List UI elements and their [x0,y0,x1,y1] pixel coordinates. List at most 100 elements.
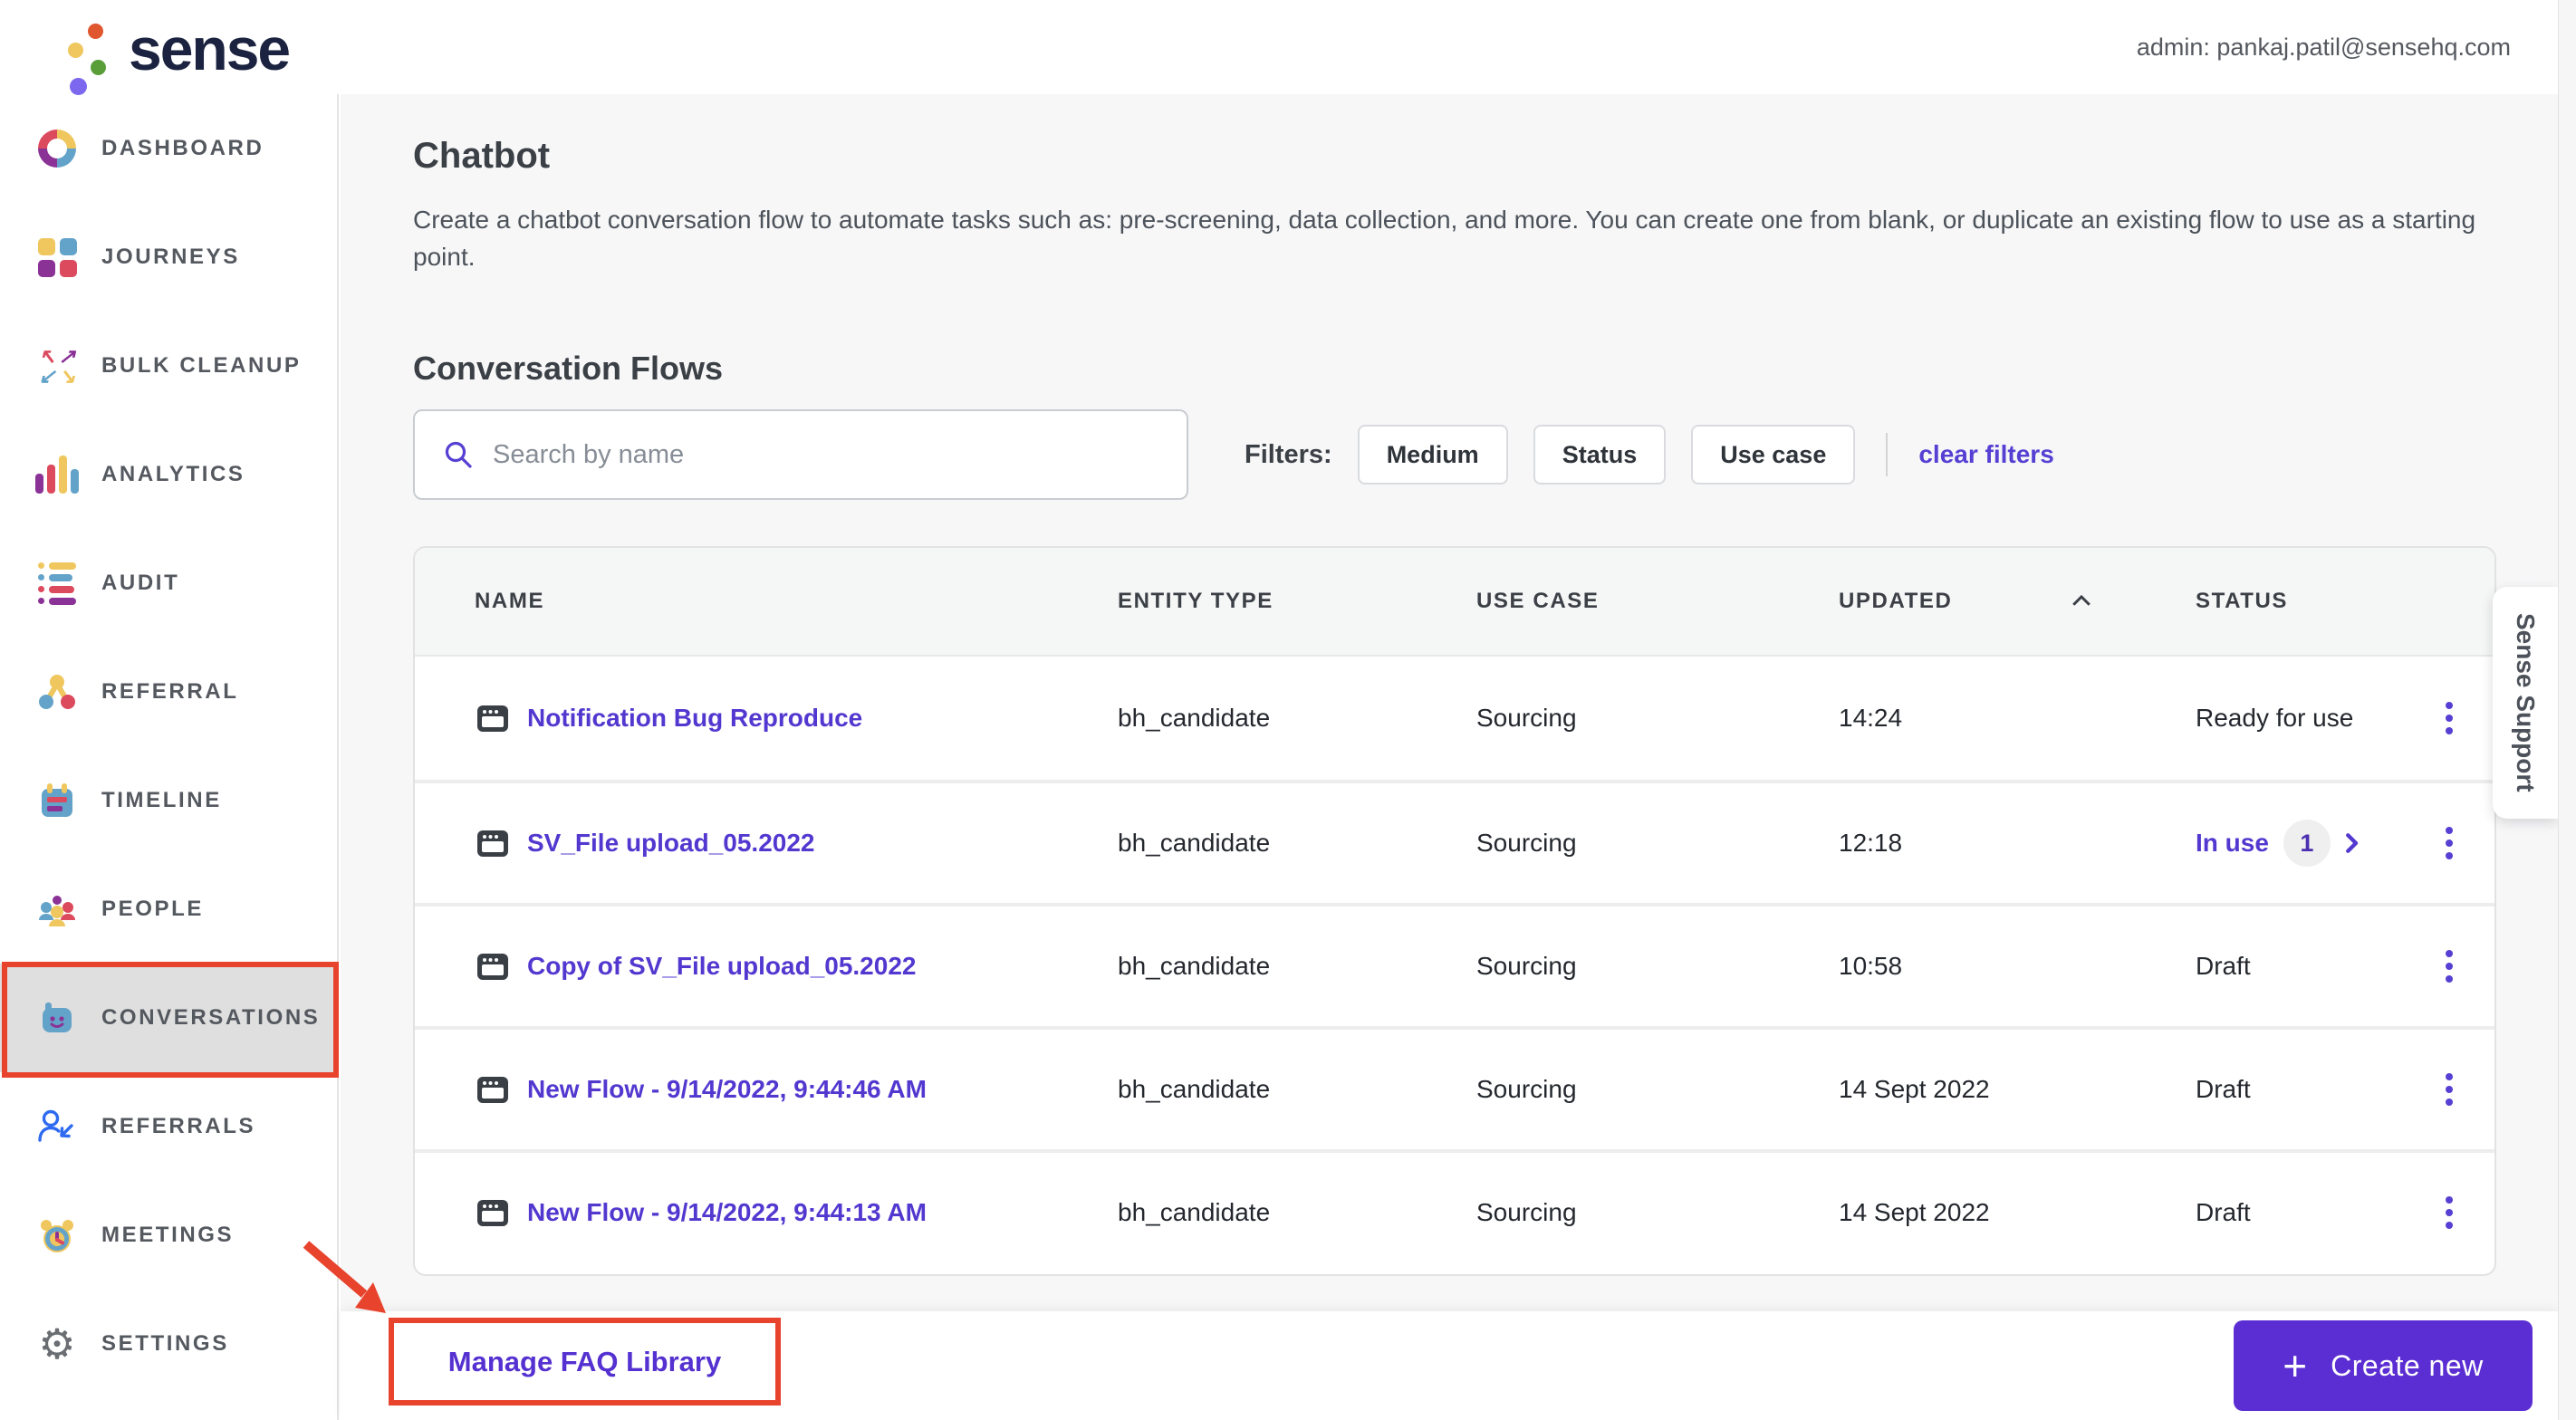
sense-support-tab[interactable]: Sense Support [2493,587,2558,819]
search-box[interactable] [413,409,1188,500]
create-new-button[interactable]: + Create new [2234,1320,2533,1411]
row-actions-kebab-icon[interactable] [2429,693,2469,744]
updated-cell: 14 Sept 2022 [1839,1198,1990,1226]
journeys-icon [36,236,78,278]
sidebar-item-conversations[interactable]: CONVERSATIONS [0,964,337,1072]
flow-name-link[interactable]: Notification Bug Reproduce [527,704,862,733]
window-icon [477,830,508,857]
row-actions-kebab-icon[interactable] [2429,1187,2469,1238]
window-icon [477,1077,508,1103]
sidebar-item-label: CONVERSATIONS [101,1005,321,1030]
row-actions-kebab-icon[interactable] [2429,818,2469,868]
search-input[interactable] [493,439,1161,470]
sidebar-item-label: REFERRAL [101,679,239,704]
analytics-icon [35,454,79,495]
use-case-cell: Sourcing [1476,1075,1577,1103]
sidebar-item-label: AUDIT [101,571,180,595]
referral-icon [36,671,78,713]
flow-name-link[interactable]: New Flow - 9/14/2022, 9:44:13 AM [527,1198,927,1227]
flow-name-link[interactable]: Copy of SV_File upload_05.2022 [527,952,916,981]
referrals-icon [36,1106,78,1147]
updated-cell: 14:24 [1839,704,1903,732]
sense-logo-text: sense [129,15,291,82]
conversations-icon [36,997,78,1039]
filters-label: Filters: [1245,439,1332,469]
column-header-updated[interactable]: UPDATED [1839,588,2196,615]
status-in-use-link[interactable]: In use 1 [2196,820,2429,867]
status-cell: Draft [2196,1075,2429,1104]
sidebar-item-audit[interactable]: AUDIT [0,529,337,638]
status-text: Draft [2196,1198,2251,1226]
sidebar-item-meetings[interactable]: MEETINGS [0,1181,337,1290]
clear-filters-link[interactable]: clear filters [1918,440,2053,469]
entity-type-cell: bh_candidate [1118,1198,1271,1226]
sidebar-item-label: REFERRALS [101,1114,256,1138]
entity-type-cell: bh_candidate [1118,952,1271,980]
sidebar-item-referral[interactable]: REFERRAL [0,638,337,746]
scrollbar-gutter[interactable] [2558,0,2576,1420]
entity-type-cell: bh_candidate [1118,704,1271,732]
create-new-label: Create new [2331,1348,2484,1382]
sidebar-item-bulk-cleanup[interactable]: ↖ ↗ ↙ ↘ BULK CLEANUP [0,312,337,420]
updated-cell: 10:58 [1839,952,1903,980]
sidebar-item-label: ANALYTICS [101,462,245,486]
manage-faq-library-button[interactable]: Manage FAQ Library [448,1346,721,1378]
plus-icon: + [2283,1342,2308,1389]
table-row: Notification Bug Reproduce bh_candidate So… [415,657,2494,780]
flow-name-cell: New Flow - 9/14/2022, 9:44:13 AM [475,1195,1118,1231]
sidebar: DASHBOARD JOURNEYS ↖ ↗ ↙ ↘ BULK CLEANUP ANALYTI… [0,94,339,1420]
table-row: Copy of SV_File upload_05.2022 bh_candida… [415,903,2494,1026]
column-header-entity-type[interactable]: ENTITY TYPE [1118,589,1476,614]
sort-ascending-icon[interactable] [2068,588,2095,615]
entity-type-cell: bh_candidate [1118,1075,1271,1103]
top-header: sense admin: pankaj.patil@sensehq.com [0,0,2576,95]
meetings-icon [36,1214,78,1256]
footer-bar: Manage FAQ Library + Create new [341,1311,2558,1420]
flow-name-cell: Copy of SV_File upload_05.2022 [475,948,1118,984]
window-icon [477,1200,508,1226]
column-header-status[interactable]: STATUS [2196,589,2429,614]
table-body: Notification Bug Reproduce bh_candidate So… [415,657,2494,1272]
flow-name-cell: SV_File upload_05.2022 [475,825,1118,861]
page-title: Chatbot [413,136,551,176]
sidebar-item-timeline[interactable]: TIMELINE [0,746,337,855]
sidebar-item-dashboard[interactable]: DASHBOARD [0,94,337,203]
sense-logo-icon [58,9,121,95]
flow-name-link[interactable]: New Flow - 9/14/2022, 9:44:46 AM [527,1075,927,1104]
filter-button-status[interactable]: Status [1533,425,1667,485]
timeline-icon [36,780,78,821]
flow-name-cell: Notification Bug Reproduce [475,700,1118,736]
row-actions-kebab-icon[interactable] [2429,1064,2469,1115]
filter-button-use-case[interactable]: Use case [1691,425,1856,485]
annotation-box-manage-faq: Manage FAQ Library [389,1318,781,1406]
sidebar-item-label: MEETINGS [101,1223,235,1247]
sidebar-nav: DASHBOARD JOURNEYS ↖ ↗ ↙ ↘ BULK CLEANUP ANALYTI… [0,94,337,1398]
sidebar-item-people[interactable]: PEOPLE [0,855,337,964]
filters-divider [1886,433,1889,476]
sidebar-item-journeys[interactable]: JOURNEYS [0,203,337,312]
sidebar-item-referrals[interactable]: REFERRALS [0,1072,337,1181]
search-icon [445,441,472,468]
flow-name-link[interactable]: SV_File upload_05.2022 [527,829,815,858]
column-header-use-case[interactable]: USE CASE [1476,589,1839,614]
column-header-name[interactable]: NAME [475,589,1118,614]
filter-button-medium[interactable]: Medium [1357,425,1508,485]
sidebar-item-label: DASHBOARD [101,136,264,160]
app-window: sense admin: pankaj.patil@sensehq.com DA… [0,0,2576,1420]
main-content: Chatbot Create a chatbot conversation fl… [341,94,2558,1420]
in-use-count-badge: 1 [2283,820,2331,867]
sense-logo[interactable]: sense [58,9,291,95]
window-icon [477,705,508,732]
use-case-cell: Sourcing [1476,704,1577,732]
bulk-cleanup-icon: ↖ ↗ ↙ ↘ [38,344,76,388]
row-actions-kebab-icon[interactable] [2429,941,2469,992]
table-row: SV_File upload_05.2022 bh_candidate Sourci… [415,780,2494,903]
page-description: Create a chatbot conversation flow to au… [413,206,2476,271]
status-cell: Draft [2196,1198,2429,1227]
chevron-right-icon [2345,833,2359,853]
audit-icon [36,561,78,605]
sidebar-item-label: JOURNEYS [101,245,240,269]
window-icon [477,954,508,980]
sidebar-item-settings[interactable]: ⚙ SETTINGS [0,1290,337,1398]
sidebar-item-analytics[interactable]: ANALYTICS [0,420,337,529]
